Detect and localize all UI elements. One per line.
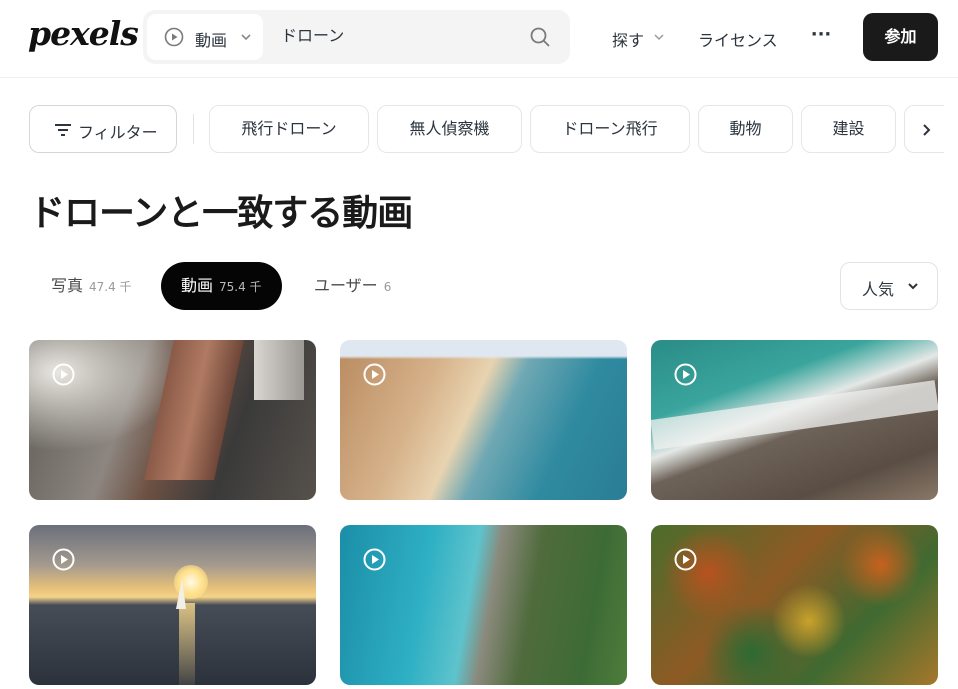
video-thumbnail-art (179, 603, 195, 685)
nav-explore[interactable]: 探す (612, 27, 664, 51)
search-icon[interactable] (529, 26, 551, 48)
media-type-select[interactable]: 動画 (147, 14, 263, 60)
tab-videos-count: 75.4 千 (219, 280, 262, 294)
tab-users[interactable]: ユーザー 6 (314, 262, 391, 310)
tab-users-count: 6 (383, 280, 392, 294)
nav-explore-label: 探す (612, 31, 645, 50)
tab-photos-label: 写真 (51, 276, 84, 295)
video-card-turquoise-coast[interactable] (340, 525, 627, 685)
play-circle-icon (52, 363, 75, 386)
media-type-label: 動画 (195, 31, 228, 50)
chips-next-button[interactable] (904, 105, 944, 153)
play-circle-icon (363, 363, 386, 386)
pexels-logo[interactable]: pexels (28, 14, 139, 53)
tab-photos-count: 47.4 千 (89, 280, 132, 294)
sort-label: 人気 (862, 280, 895, 299)
play-circle-icon (164, 27, 184, 47)
chevron-right-icon (923, 124, 931, 136)
video-card-autumn-forest[interactable] (651, 525, 938, 685)
tab-videos-label: 動画 (181, 276, 214, 295)
video-thumbnail-art (651, 380, 938, 450)
search-input[interactable] (281, 24, 511, 43)
chevron-down-icon (241, 34, 251, 41)
page-title: ドローンと一致する動画 (29, 193, 413, 234)
play-circle-icon (674, 363, 697, 386)
chevron-down-icon (654, 34, 664, 41)
sort-select[interactable]: 人気 (840, 262, 938, 310)
chip-construction[interactable]: 建設 (801, 105, 896, 153)
chip-flying-drone[interactable]: 飛行ドローン (209, 105, 369, 153)
play-circle-icon (52, 548, 75, 571)
more-menu-icon[interactable]: ··· (808, 22, 834, 48)
filter-icon (55, 124, 71, 136)
filter-label: フィルター (78, 123, 158, 142)
video-thumbnail-art (176, 579, 186, 609)
chip-animals[interactable]: 動物 (698, 105, 793, 153)
filter-divider (193, 114, 194, 144)
chip-recon-drone[interactable]: 無人偵察機 (377, 105, 522, 153)
join-button[interactable]: 参加 (863, 13, 938, 61)
nav-license[interactable]: ライセンス (698, 27, 778, 51)
filter-button[interactable]: フィルター (29, 105, 177, 153)
search-bar: 動画 (143, 10, 570, 64)
video-card-city[interactable] (29, 340, 316, 500)
video-card-waves-rocks[interactable] (651, 340, 938, 500)
play-circle-icon (674, 548, 697, 571)
play-circle-icon (363, 548, 386, 571)
chevron-down-icon (908, 283, 918, 290)
chip-drone-flight[interactable]: ドローン飛行 (530, 105, 690, 153)
video-card-sunset-sailboat[interactable] (29, 525, 316, 685)
video-card-coast-cliffs[interactable] (340, 340, 627, 500)
top-header: pexels 動画 探す ライセンス ··· 参加 (0, 0, 958, 78)
tab-users-label: ユーザー (314, 276, 378, 295)
tab-photos[interactable]: 写真 47.4 千 (51, 262, 132, 310)
tab-videos[interactable]: 動画 75.4 千 (161, 262, 282, 310)
video-thumbnail-art (144, 340, 244, 480)
video-thumbnail-art (254, 340, 304, 400)
